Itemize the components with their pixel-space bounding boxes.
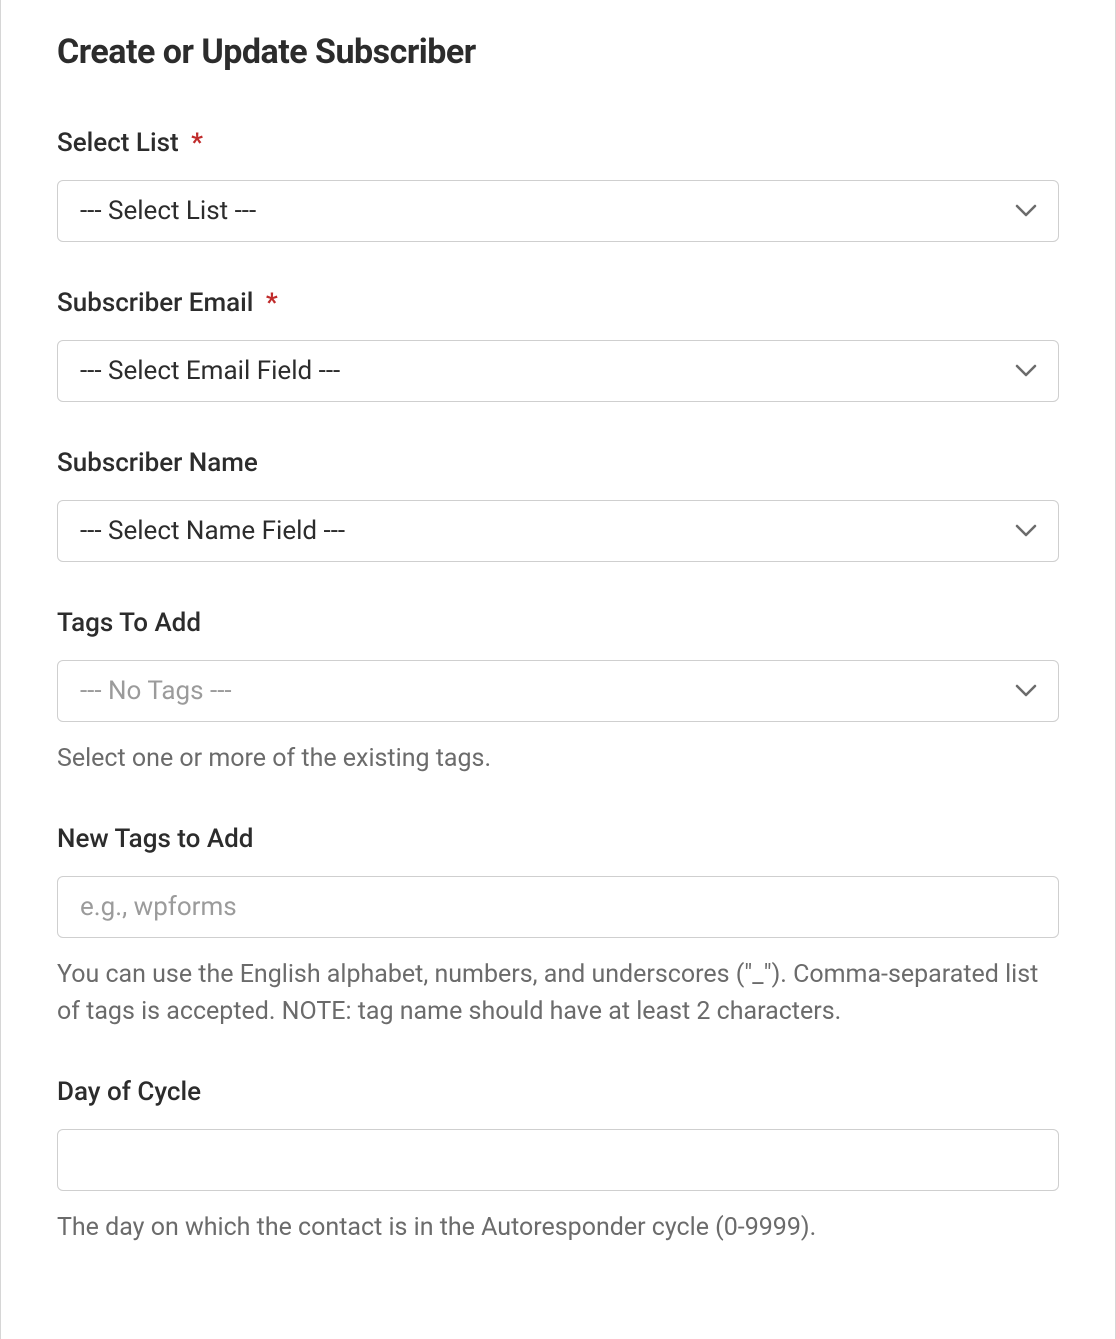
subscriber-name-label: Subscriber Name: [57, 448, 1059, 478]
tags-to-add-dropdown[interactable]: --- No Tags ---: [57, 660, 1059, 722]
label-text: Day of Cycle: [57, 1077, 201, 1107]
form-content: Create or Update Subscriber Select List …: [1, 0, 1115, 1246]
new-tags-input[interactable]: [57, 876, 1059, 938]
required-mark: *: [266, 288, 278, 318]
select-list-wrapper: --- Select List ---: [57, 180, 1059, 242]
subscriber-email-wrapper: --- Select Email Field ---: [57, 340, 1059, 402]
label-text: Tags To Add: [57, 608, 201, 638]
tags-to-add-label: Tags To Add: [57, 608, 1059, 638]
required-mark: *: [191, 128, 203, 158]
field-subscriber-name: Subscriber Name --- Select Name Field --…: [57, 448, 1059, 562]
subscriber-name-dropdown[interactable]: --- Select Name Field ---: [57, 500, 1059, 562]
page-title: Create or Update Subscriber: [57, 32, 1059, 72]
subscriber-name-wrapper: --- Select Name Field ---: [57, 500, 1059, 562]
field-select-list: Select List * --- Select List ---: [57, 128, 1059, 242]
day-of-cycle-input[interactable]: [57, 1129, 1059, 1191]
label-text: Subscriber Name: [57, 448, 258, 478]
tags-to-add-wrapper: --- No Tags ---: [57, 660, 1059, 722]
field-day-of-cycle: Day of Cycle The day on which the contac…: [57, 1077, 1059, 1247]
new-tags-label: New Tags to Add: [57, 824, 1059, 854]
label-text: New Tags to Add: [57, 824, 253, 854]
day-of-cycle-help: The day on which the contact is in the A…: [57, 1209, 1059, 1247]
select-list-dropdown[interactable]: --- Select List ---: [57, 180, 1059, 242]
day-of-cycle-label: Day of Cycle: [57, 1077, 1059, 1107]
field-tags-to-add: Tags To Add --- No Tags --- Select one o…: [57, 608, 1059, 778]
select-list-label: Select List *: [57, 128, 1059, 158]
label-text: Subscriber Email: [57, 288, 253, 318]
form-panel: Create or Update Subscriber Select List …: [0, 0, 1116, 1339]
subscriber-email-dropdown[interactable]: --- Select Email Field ---: [57, 340, 1059, 402]
tags-to-add-help: Select one or more of the existing tags.: [57, 740, 1059, 778]
field-subscriber-email: Subscriber Email * --- Select Email Fiel…: [57, 288, 1059, 402]
new-tags-help: You can use the English alphabet, number…: [57, 956, 1059, 1031]
field-new-tags: New Tags to Add You can use the English …: [57, 824, 1059, 1031]
label-text: Select List: [57, 128, 179, 158]
subscriber-email-label: Subscriber Email *: [57, 288, 1059, 318]
